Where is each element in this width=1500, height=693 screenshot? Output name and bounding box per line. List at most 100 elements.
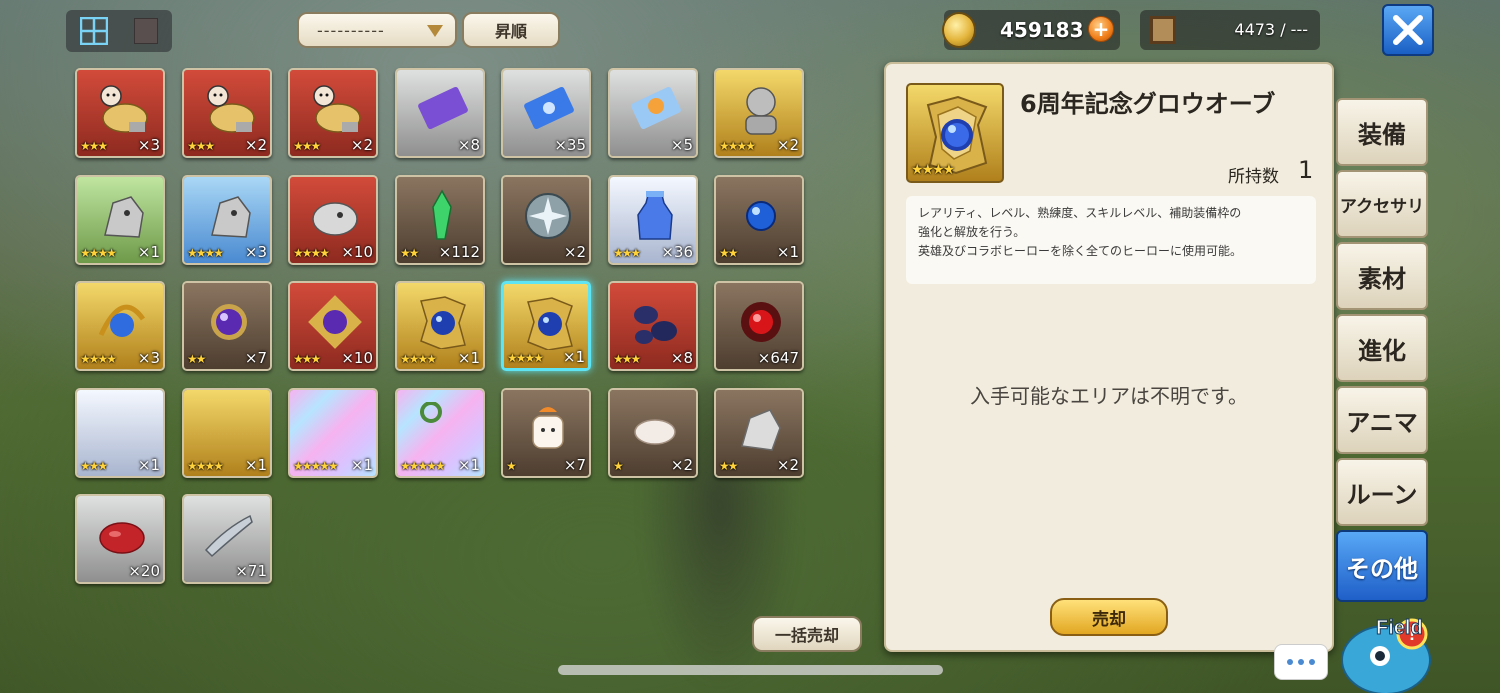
inventory-slot[interactable]: ★★★★ ×3 <box>75 281 165 371</box>
slot-quantity: ×71 <box>235 562 267 580</box>
tab-other[interactable]: その他 <box>1336 530 1428 602</box>
glow-orb-icon <box>527 297 573 350</box>
list-view-icon[interactable] <box>134 18 158 44</box>
slot-quantity: ×1 <box>137 456 160 474</box>
chat-button[interactable] <box>1274 644 1328 680</box>
filter-dropdown[interactable]: ---------- <box>297 12 457 48</box>
inventory-slot[interactable]: ★ ×7 <box>501 388 591 478</box>
grid-view-icon[interactable] <box>79 16 109 46</box>
inventory-slot[interactable]: ★★ ×2 <box>714 388 804 478</box>
inventory-slot[interactable]: ★★★ ×36 <box>608 175 698 265</box>
inventory-slot[interactable]: ★★★★ ×1 <box>75 175 165 265</box>
slot-quantity: ×3 <box>244 243 267 261</box>
sell-button[interactable]: 売却 <box>1050 598 1168 636</box>
slot-stars: ★★★ <box>293 352 321 366</box>
filter-dropdown-value: ---------- <box>317 20 385 40</box>
inventory-slot[interactable]: ★★ ×1 <box>714 175 804 265</box>
sort-order-button[interactable]: 昇順 <box>462 12 560 48</box>
bulk-sell-button[interactable]: 一括売却 <box>752 616 862 652</box>
inventory-slot[interactable]: ★★★ ×8 <box>608 281 698 371</box>
field-mascot-icon: ! Field <box>1341 617 1431 693</box>
storage-icon <box>1150 16 1176 44</box>
ticket-blue-icon <box>524 87 574 129</box>
slot-quantity: ×36 <box>661 243 693 261</box>
slot-stars: ★★ <box>719 246 738 260</box>
inventory-slot[interactable]: ×20 <box>75 494 165 584</box>
slot-quantity: ×8 <box>670 349 693 367</box>
inventory-slot[interactable]: ★★★ ×1 <box>75 388 165 478</box>
slot-stars: ★★ <box>400 246 419 260</box>
tab-materials[interactable]: 素材 <box>1336 242 1428 310</box>
add-gold-button[interactable]: + <box>1088 16 1114 42</box>
inventory-slot[interactable]: ★★★★ ×2 <box>714 68 804 158</box>
slot-quantity: ×7 <box>244 349 267 367</box>
field-button[interactable]: ! Field <box>1336 604 1442 693</box>
blue-orb-icon <box>746 201 776 231</box>
inventory-slot[interactable]: ★★★★ ×1 <box>395 281 485 371</box>
slot-stars: ★★★★ <box>80 352 117 366</box>
slot-quantity: ×647 <box>757 349 799 367</box>
inventory-slot[interactable]: ★★★ ×2 <box>182 68 272 158</box>
obtainable-area-text: 入手可能なエリアは不明です。 <box>970 384 1248 408</box>
description-line: 強化と解放を行う。 <box>918 225 1026 239</box>
description-line: 英雄及びコラボヒーローを除く全てのヒーローに使用可能。 <box>918 244 1243 258</box>
inventory-slot[interactable]: ★★★★ ×1 <box>182 388 272 478</box>
gold-coin-icon <box>942 12 976 48</box>
purple-orb-frame-icon <box>308 295 362 349</box>
tab-rune[interactable]: ルーン <box>1336 458 1428 526</box>
owned-count-label: 所持数 <box>1228 167 1279 187</box>
inventory-slot[interactable]: ×35 <box>501 68 591 158</box>
chat-dot <box>1309 659 1315 665</box>
slot-quantity: ×1 <box>457 456 480 474</box>
silver-emblem-icon <box>525 193 571 239</box>
inventory-slot[interactable]: ×8 <box>395 68 485 158</box>
inventory-slot[interactable]: ★★★★ ×3 <box>182 175 272 265</box>
gold-value: 459183 <box>1000 18 1084 42</box>
slot-quantity: ×10 <box>341 349 373 367</box>
inventory-slot[interactable]: ★★★★★ ×1 <box>395 388 485 478</box>
inventory-slot[interactable]: ★★★★ ×10 <box>288 175 378 265</box>
marshmallow-icon <box>532 407 564 449</box>
inventory-slot[interactable]: ×71 <box>182 494 272 584</box>
tab-evolution[interactable]: 進化 <box>1336 314 1428 382</box>
wreath-icon <box>420 402 442 423</box>
slot-stars: ★★★★ <box>293 246 330 260</box>
close-button[interactable] <box>1382 4 1434 56</box>
slot-stars: ★★★ <box>293 139 321 153</box>
item-detail-stars: ★★★★ <box>911 162 955 178</box>
inventory-slot[interactable]: ★ ×2 <box>608 388 698 478</box>
inventory-slot[interactable]: ★★ ×112 <box>395 175 485 265</box>
inventory-slot[interactable]: ★★★ ×10 <box>288 281 378 371</box>
tab-anima[interactable]: アニマ <box>1336 386 1428 454</box>
inventory-slot[interactable]: ★★ ×7 <box>182 281 272 371</box>
inventory-slot[interactable]: ★★★★ ×1 <box>501 281 591 371</box>
inventory-slot[interactable]: ★★★★★ ×1 <box>288 388 378 478</box>
slot-stars: ★★★ <box>80 139 108 153</box>
fish-icon <box>204 514 253 558</box>
slot-stars: ★★ <box>719 459 738 473</box>
home-indicator <box>558 665 943 675</box>
slot-stars: ★★★ <box>613 246 641 260</box>
inventory-slot[interactable]: ×5 <box>608 68 698 158</box>
field-label: Field <box>1376 617 1423 639</box>
slot-quantity: ×8 <box>457 136 480 154</box>
slot-stars: ★★★★ <box>187 459 224 473</box>
inventory-slot[interactable]: ×647 <box>714 281 804 371</box>
chat-dot <box>1287 659 1293 665</box>
slot-stars: ★★★ <box>187 139 215 153</box>
tab-accessory[interactable]: アクセサリ <box>1336 170 1428 238</box>
inventory-slot[interactable]: ★★★ ×2 <box>288 68 378 158</box>
inventory-slot[interactable]: ★★★ ×3 <box>75 68 165 158</box>
egg-icon <box>634 419 676 445</box>
chevron-down-icon <box>427 25 443 37</box>
tab-equipment[interactable]: 装備 <box>1336 98 1428 166</box>
view-toggle <box>66 10 172 52</box>
inventory-slot[interactable]: ×2 <box>501 175 591 265</box>
close-icon <box>1393 15 1423 45</box>
slot-quantity: ×112 <box>438 243 480 261</box>
green-crystal-icon <box>432 189 452 240</box>
purple-orb-icon <box>211 304 247 340</box>
slot-stars: ★★★★ <box>80 246 117 260</box>
blue-vase-icon <box>637 191 673 240</box>
dragon-gray-icon <box>211 196 251 238</box>
